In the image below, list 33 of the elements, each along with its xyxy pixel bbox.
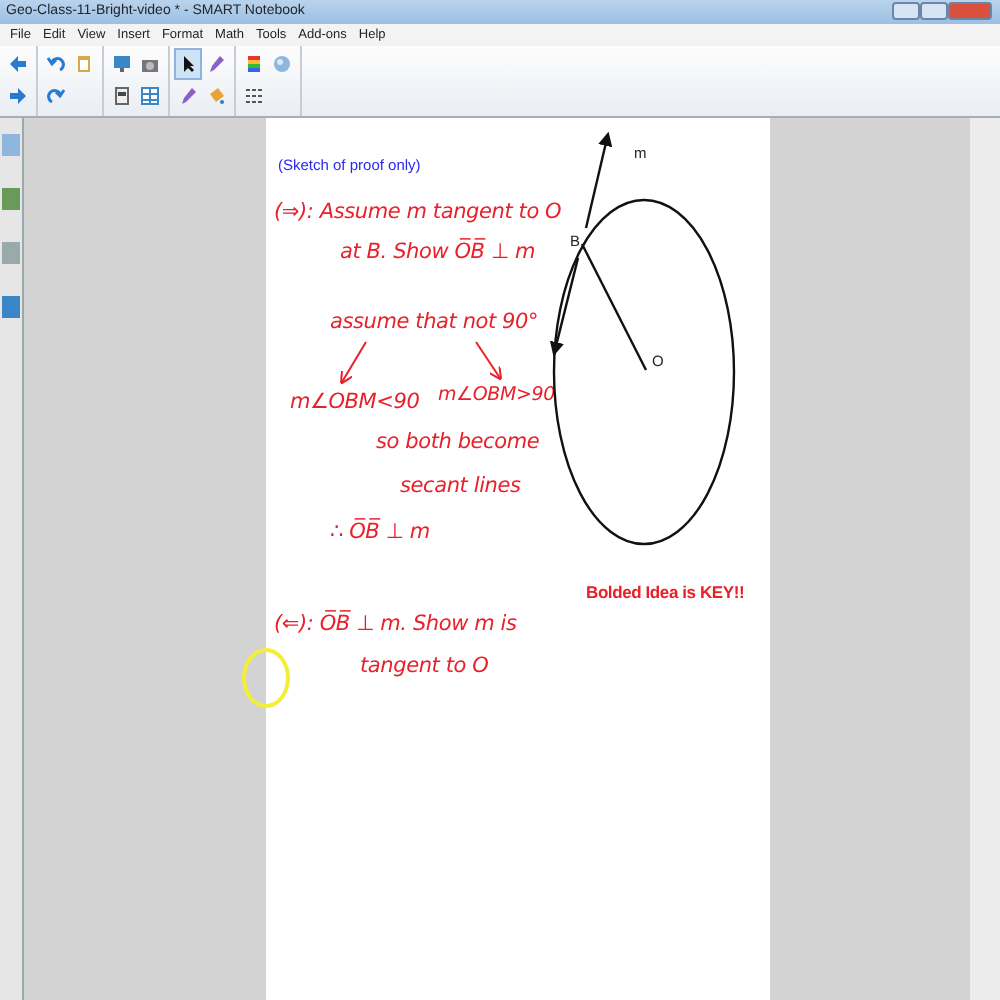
arrow-left-icon [8,54,28,74]
handwritten-note: ∴ O̅B̅ ⊥ m [330,522,430,543]
clipboard-icon [74,54,94,74]
line-style-icon [244,86,264,106]
cursor-highlight [242,648,290,708]
redo-icon [46,86,66,106]
maximize-button[interactable] [920,2,948,20]
tool-button[interactable] [110,82,134,110]
text-label: Bolded Idea is KEY!! [586,584,745,601]
undo-icon [46,54,66,74]
handwritten-note: (⇐): O̅B̅ ⊥ m. Show m is [274,614,517,635]
camera-icon [140,54,160,74]
arrow [475,341,503,381]
tool-button[interactable] [176,50,200,78]
handwritten-note: assume that not 90° [330,312,539,333]
handwritten-note: at B. Show O̅B̅ ⊥ m [340,242,536,263]
screen-icon [112,54,132,74]
handwritten-note: m∠OBM>90 [438,386,555,405]
arrow-right-icon [8,86,28,106]
handwritten-note: m∠OBM<90 [290,392,420,413]
document-icon [112,86,132,106]
handwritten-note: secant lines [400,476,521,497]
bucket-icon [206,86,226,106]
handwritten-note: tangent to O [360,656,489,677]
table-icon [140,86,160,106]
handwritten-note: (⇒): Assume m tangent to O [274,202,562,223]
sphere-icon [272,54,292,74]
minimize-button[interactable] [892,2,920,20]
arrow [339,341,367,385]
handwritten-note: so both become [376,432,540,453]
color-palette-icon [244,54,264,74]
pointer-icon [178,54,198,74]
radius-segment [580,243,648,371]
